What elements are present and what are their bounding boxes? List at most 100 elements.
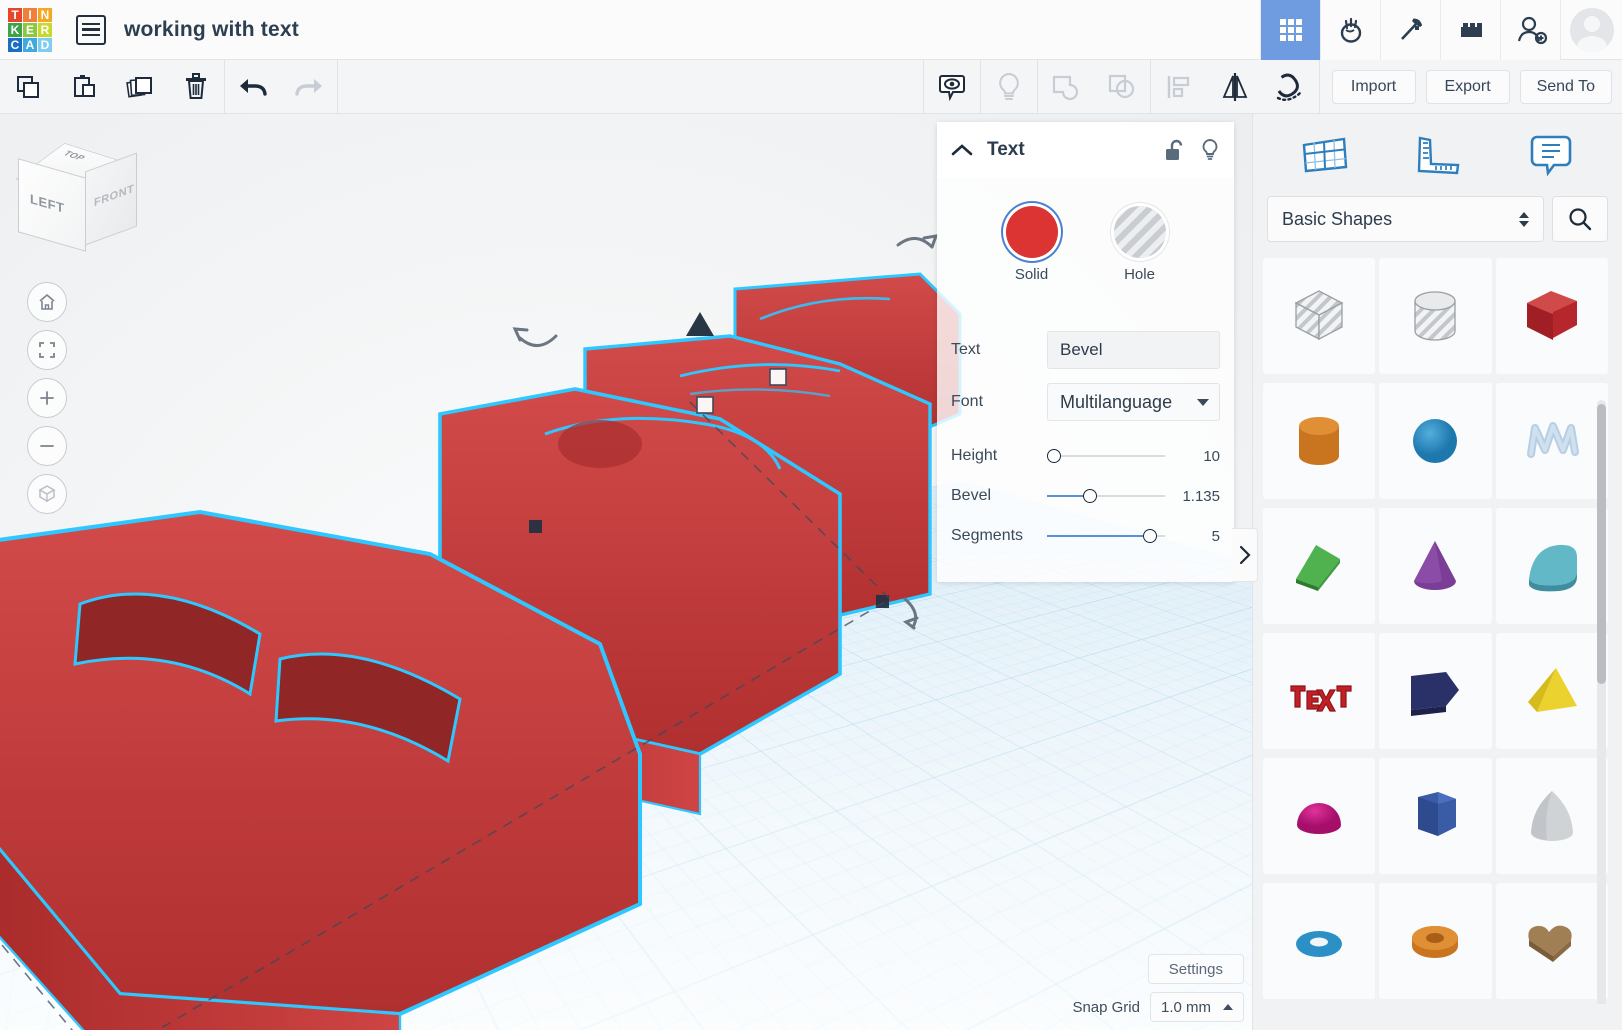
pyramid-yellow-icon <box>1527 668 1577 712</box>
solid-color-swatch[interactable] <box>1005 206 1058 258</box>
snap-grid-select[interactable]: 1.0 mm <box>1149 992 1244 1022</box>
delete-button[interactable] <box>168 60 224 114</box>
ungroup-button[interactable] <box>1094 60 1150 114</box>
shape-search-button[interactable] <box>1552 196 1608 242</box>
shape-box-hole[interactable] <box>1263 258 1376 374</box>
solid-option[interactable]: Solid <box>1005 206 1058 283</box>
align-button[interactable] <box>1151 60 1207 114</box>
tinkercad-app: T I N K E R C A D working with text Impo… <box>0 0 1622 1030</box>
height-slider-knob[interactable] <box>1047 449 1061 463</box>
wedge-green-icon <box>1296 545 1341 591</box>
export-button[interactable]: Export <box>1425 69 1510 104</box>
shape-hexprism-blue[interactable] <box>1379 758 1492 874</box>
hole-option[interactable]: Hole <box>1113 206 1166 283</box>
light-button[interactable] <box>981 60 1037 114</box>
shape-pyramid-yellow[interactable] <box>1495 633 1608 749</box>
torus-blue-icon <box>1296 931 1343 957</box>
segments-slider-knob[interactable] <box>1143 529 1157 543</box>
mirror-button[interactable] <box>1207 60 1263 114</box>
ungroup-icon <box>1108 74 1134 98</box>
shape-text-red[interactable] <box>1263 633 1376 749</box>
shape-torus-blue[interactable] <box>1263 883 1376 999</box>
shape-wedge-green[interactable] <box>1263 508 1376 624</box>
settings-button[interactable]: Settings <box>1147 954 1244 984</box>
bevel-slider-knob[interactable] <box>1083 489 1097 503</box>
duplicate-icon <box>126 76 152 98</box>
fit-to-view-button[interactable] <box>27 330 67 370</box>
delete-icon <box>186 72 206 99</box>
bevel-slider-row: Bevel 1.135 <box>951 487 1220 505</box>
snap-grid-value: 1.0 mm <box>1160 998 1211 1016</box>
text-input[interactable]: Bevel <box>1047 331 1220 369</box>
height-label: Height <box>951 447 998 464</box>
box-red-icon <box>1526 291 1577 340</box>
letter-l <box>733 272 962 506</box>
cylinder-orange-icon <box>1299 417 1340 465</box>
shape-polygon-navy[interactable] <box>1379 633 1492 749</box>
shape-grid-scrollbar-thumb[interactable] <box>1597 404 1606 684</box>
copy-button[interactable] <box>0 60 56 114</box>
lego-button[interactable] <box>1440 0 1500 60</box>
text-properties-panel: Text Solid Hole Text Bevel Font Multilan… <box>937 122 1234 582</box>
codeblocks-button[interactable] <box>1320 0 1380 60</box>
duplicate-button[interactable] <box>112 60 168 114</box>
segments-slider[interactable] <box>1047 529 1165 543</box>
panel-expand-tab[interactable] <box>1232 528 1258 582</box>
solid-hole-selector: Solid Hole <box>951 206 1220 283</box>
sidebar-item-ruler[interactable] <box>1400 125 1474 185</box>
send-to-button[interactable]: Send To <box>1519 69 1612 104</box>
group-button[interactable] <box>1038 60 1094 114</box>
view-nav-buttons <box>27 282 67 522</box>
sidebar-item-notes[interactable] <box>1514 125 1588 185</box>
height-slider[interactable] <box>1047 449 1165 463</box>
light-bulb-icon[interactable] <box>1200 138 1220 162</box>
shape-scribble[interactable] <box>1495 383 1608 499</box>
polygon-navy-icon <box>1411 672 1460 716</box>
logo-letter: N <box>38 7 52 22</box>
home-view-button[interactable] <box>27 282 67 322</box>
chevron-up-icon <box>1223 1004 1233 1010</box>
hole-swatch[interactable] <box>1113 206 1166 258</box>
shape-cylinder-hole[interactable] <box>1379 258 1492 374</box>
paste-button[interactable] <box>56 60 112 114</box>
zoom-in-button[interactable] <box>27 378 67 418</box>
sidebar-item-workplane[interactable] <box>1287 125 1361 185</box>
shape-roof-teal[interactable] <box>1495 508 1608 624</box>
font-select[interactable]: Multilanguage <box>1047 383 1220 421</box>
shape-cylinder-orange[interactable] <box>1263 383 1376 499</box>
designs-grid-button[interactable] <box>1260 0 1320 60</box>
zoom-out-button[interactable] <box>27 426 67 466</box>
project-list-icon[interactable] <box>76 14 106 45</box>
shape-box-red[interactable] <box>1495 258 1608 374</box>
shapes-sidebar: Basic Shapes <box>1252 114 1622 1030</box>
shape-paraboloid-grey[interactable] <box>1495 758 1608 874</box>
magnet-snap-icon <box>1276 73 1301 101</box>
unlocked-padlock-icon[interactable] <box>1164 138 1184 162</box>
account-avatar-button[interactable] <box>1560 0 1622 60</box>
light-bulb-icon <box>998 72 1019 100</box>
tinkercad-logo[interactable]: T I N K E R C A D <box>8 7 52 52</box>
sidebar-search-row: Basic Shapes <box>1253 196 1622 242</box>
shape-sphere-blue[interactable] <box>1379 383 1492 499</box>
chevron-up-icon[interactable] <box>951 143 973 157</box>
group-icon <box>1052 75 1078 100</box>
snap-grid-row: Snap Grid 1.0 mm <box>1072 992 1244 1022</box>
show-hide-button[interactable] <box>924 60 980 114</box>
shape-heart-brown[interactable] <box>1495 883 1608 999</box>
minecraft-button[interactable] <box>1380 0 1440 60</box>
shape-category-select[interactable]: Basic Shapes <box>1267 196 1544 242</box>
shape-tube-orange[interactable] <box>1379 883 1492 999</box>
redo-button[interactable] <box>281 60 337 114</box>
undo-button[interactable] <box>225 60 281 114</box>
perspective-toggle-button[interactable] <box>27 474 67 514</box>
workplane-grid-icon <box>1302 137 1348 173</box>
bevel-slider[interactable] <box>1047 489 1165 503</box>
font-value: Multilanguage <box>1060 391 1173 412</box>
snap-magnet-button[interactable] <box>1263 60 1319 114</box>
view-cube[interactable]: TOP LEFT FRONT <box>15 138 137 252</box>
invite-person-button[interactable] <box>1500 0 1560 60</box>
import-button[interactable]: Import <box>1331 69 1416 104</box>
shape-halfsphere-magenta[interactable] <box>1263 758 1376 874</box>
shape-cone-purple[interactable] <box>1379 508 1492 624</box>
toolbar-divider <box>1318 59 1320 114</box>
